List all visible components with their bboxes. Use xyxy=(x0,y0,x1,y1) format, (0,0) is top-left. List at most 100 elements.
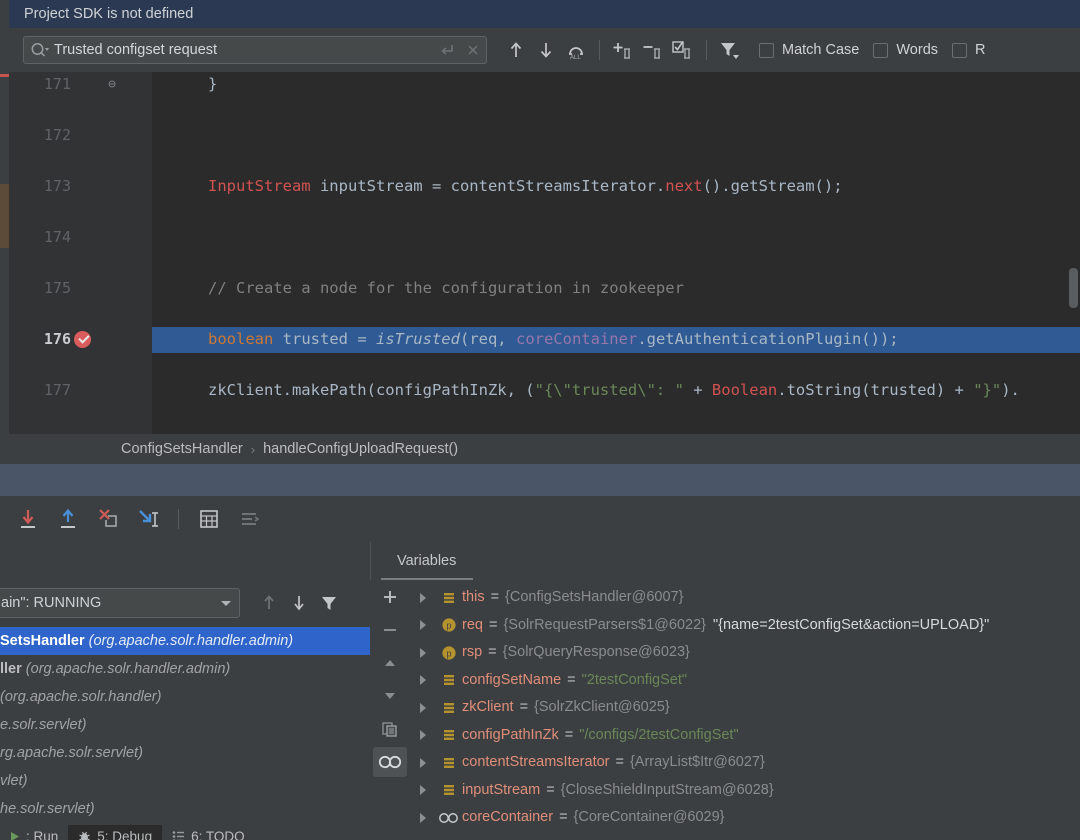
field-icon xyxy=(436,673,462,687)
frame-row[interactable]: he.solr.servlet) xyxy=(0,795,370,823)
run-to-cursor-icon[interactable] xyxy=(128,499,168,539)
variable-row[interactable]: p rsp = {SolrQueryResponse@6023} xyxy=(410,639,1080,667)
code-line-text: } xyxy=(152,75,218,93)
frames-filter-icon[interactable] xyxy=(314,588,344,618)
filter-icon[interactable] xyxy=(715,35,745,65)
variable-to-string: "{name=2testConfigSet&action=UPLOAD}" xyxy=(712,616,990,633)
variables-panel: Variables this = {ConfigSetsHandler@6007… xyxy=(370,542,1080,825)
words-checkbox-box[interactable] xyxy=(873,42,889,58)
frame-row[interactable]: rg.apache.solr.servlet) xyxy=(0,739,370,767)
search-icon[interactable] xyxy=(24,42,54,58)
line-number: 176 xyxy=(43,330,71,348)
frame-package: (org.apache.solr.handler.admin) xyxy=(88,633,294,649)
frame-row[interactable]: vlet) xyxy=(0,767,370,795)
code-editor[interactable]: 171 ⊖ } 172 173 InputStream inputStream … xyxy=(0,72,1080,434)
expand-arrow-icon[interactable] xyxy=(410,784,436,796)
frame-row[interactable]: ller (org.apache.solr.handler.admin) xyxy=(0,655,370,683)
add-line-icon[interactable] xyxy=(608,35,638,65)
variable-row[interactable]: configSetName = "2testConfigSet" xyxy=(410,667,1080,695)
expand-arrow-icon[interactable] xyxy=(410,812,436,824)
step-out-icon[interactable] xyxy=(48,499,88,539)
frame-package: rg.apache.solr.servlet) xyxy=(0,745,143,761)
field-icon xyxy=(436,783,462,797)
variable-row[interactable]: inputStream = {CloseShieldInputStream@60… xyxy=(410,777,1080,805)
frames-list[interactable]: SetsHandler (org.apache.solr.handler.adm… xyxy=(0,627,370,823)
code-line-175[interactable]: 175 // Create a node for the configurati… xyxy=(0,276,1080,302)
code-line-172[interactable]: 172 xyxy=(0,123,1080,149)
breadcrumb-method[interactable]: handleConfigUploadRequest() xyxy=(263,441,458,457)
settings-threads-icon[interactable] xyxy=(229,499,269,539)
thread-selector-value[interactable]: ain": RUNNING xyxy=(0,595,213,611)
findbar-left-strip xyxy=(0,28,9,72)
breadcrumb[interactable]: ConfigSetsHandler › handleConfigUploadRe… xyxy=(0,434,1080,464)
breadcrumb-class[interactable]: ConfigSetsHandler xyxy=(121,441,243,457)
expand-arrow-icon[interactable] xyxy=(410,757,436,769)
variable-row[interactable]: configPathInZk = "/configs/2testConfigSe… xyxy=(410,722,1080,750)
close-icon[interactable] xyxy=(460,43,486,57)
frame-package: he.solr.servlet) xyxy=(0,801,95,817)
intellij-idea-window: Project SDK is not defined Trusted confi… xyxy=(0,0,1080,840)
debug-panel-splitter[interactable] xyxy=(0,464,1080,496)
expand-arrow-icon[interactable] xyxy=(410,702,436,714)
check-line-icon[interactable] xyxy=(668,35,698,65)
code-line-171[interactable]: 171 ⊖ } xyxy=(0,72,1080,98)
watches-icon[interactable] xyxy=(373,747,407,777)
remove-line-icon[interactable] xyxy=(638,35,668,65)
match-case-checkbox-box[interactable] xyxy=(759,42,774,58)
status-tab-run[interactable]: : Run xyxy=(0,825,68,840)
variable-value: {CloseShieldInputStream@6028} xyxy=(560,781,774,798)
regex-label: R xyxy=(975,42,986,58)
evaluate-expression-icon[interactable] xyxy=(189,499,229,539)
chevron-down-icon[interactable] xyxy=(213,598,239,608)
expand-arrow-icon[interactable] xyxy=(410,592,436,604)
frame-down-button[interactable] xyxy=(284,588,314,618)
regex-checkbox[interactable]: R xyxy=(952,42,986,58)
search-input-value[interactable]: Trusted configset request xyxy=(54,42,434,58)
expand-arrow-icon[interactable] xyxy=(410,647,436,659)
add-watch-button[interactable] xyxy=(373,582,407,612)
step-over-icon[interactable] xyxy=(8,499,48,539)
tab-variables[interactable]: Variables xyxy=(381,542,472,580)
remove-watch-button[interactable] xyxy=(373,615,407,645)
copy-icon[interactable] xyxy=(373,714,407,744)
move-down-button[interactable] xyxy=(373,681,407,711)
code-line-176-current[interactable]: 176 boolean trusted = isTrusted(req, cor… xyxy=(0,327,1080,353)
variables-tree[interactable]: this = {ConfigSetsHandler@6007} p req = … xyxy=(410,584,1080,832)
find-next-button[interactable] xyxy=(531,35,561,65)
frame-row[interactable]: SetsHandler (org.apache.solr.handler.adm… xyxy=(0,627,370,655)
variable-row[interactable]: this = {ConfigSetsHandler@6007} xyxy=(410,584,1080,612)
code-line-177[interactable]: 177 zkClient.makePath(configPathInZk, ("… xyxy=(0,378,1080,404)
status-tab-debug[interactable]: 5: Debug xyxy=(68,825,163,840)
words-checkbox[interactable]: Words xyxy=(873,42,938,58)
expand-arrow-icon[interactable] xyxy=(410,729,436,741)
find-previous-button[interactable] xyxy=(501,35,531,65)
status-tab-todo[interactable]: 6: TODO xyxy=(162,825,255,840)
expand-arrow-icon[interactable] xyxy=(410,619,436,631)
editor-scrollbar-thumb[interactable] xyxy=(1069,268,1078,308)
return-arrow-icon[interactable] xyxy=(434,43,460,57)
force-step-into-icon[interactable] xyxy=(88,499,128,539)
frame-package: e.solr.servlet) xyxy=(0,717,87,733)
expand-arrow-icon[interactable] xyxy=(410,674,436,686)
code-line-173[interactable]: 173 InputStream inputStream = contentStr… xyxy=(0,174,1080,200)
thread-selector[interactable]: ain": RUNNING xyxy=(0,588,240,618)
fold-marker[interactable]: ⊖ xyxy=(105,72,119,98)
search-input[interactable]: Trusted configset request xyxy=(23,36,487,64)
code-line-174[interactable]: 174 xyxy=(0,225,1080,251)
line-number: 171 xyxy=(43,75,71,93)
variable-row[interactable]: zkClient = {SolrZkClient@6025} xyxy=(410,694,1080,722)
frame-row[interactable]: (org.apache.solr.handler) xyxy=(0,683,370,711)
variable-value: "/configs/2testConfigSet" xyxy=(579,726,739,743)
match-case-checkbox[interactable]: Match Case xyxy=(759,42,859,58)
variable-row[interactable]: p req = {SolrRequestParsers$1@6022} "{na… xyxy=(410,612,1080,640)
field-icon xyxy=(436,756,462,770)
frame-row[interactable]: e.solr.servlet) xyxy=(0,711,370,739)
move-up-button[interactable] xyxy=(373,648,407,678)
frame-up-button[interactable] xyxy=(254,588,284,618)
variable-value: {ConfigSetsHandler@6007} xyxy=(505,589,684,605)
words-label: Words xyxy=(896,42,939,58)
select-all-occurrences-icon[interactable]: ALL xyxy=(561,35,591,65)
regex-checkbox-box[interactable] xyxy=(952,42,968,58)
breakpoint-icon[interactable] xyxy=(74,331,91,348)
variable-row[interactable]: contentStreamsIterator = {ArrayList$Itr@… xyxy=(410,749,1080,777)
